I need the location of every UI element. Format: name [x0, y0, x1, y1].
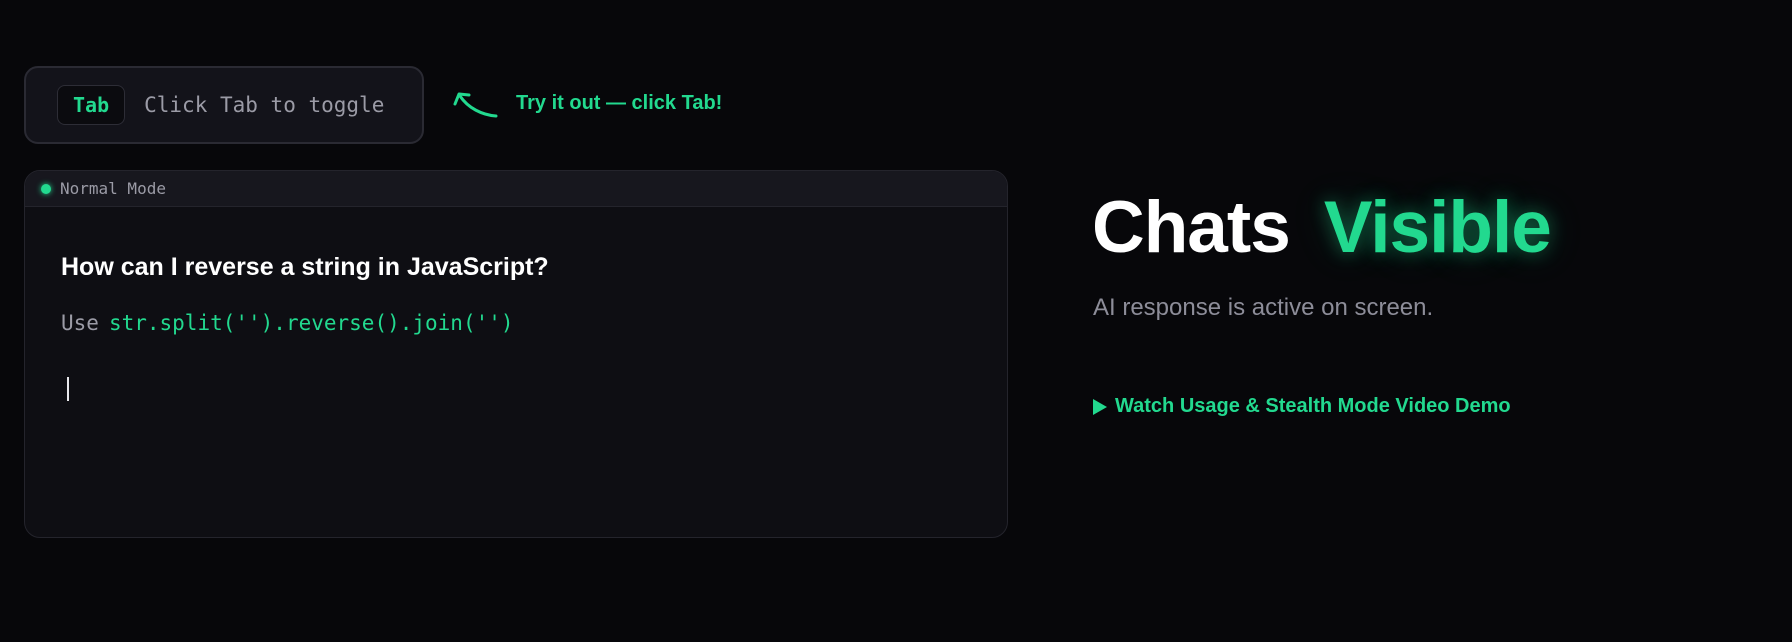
curved-arrow-icon — [453, 92, 498, 118]
status-dot-icon — [41, 183, 51, 194]
video-demo-link[interactable]: Watch Usage & Stealth Mode Video Demo — [1093, 395, 1511, 418]
hero-subtitle: AI response is active on screen. — [1093, 294, 1434, 321]
try-it-hint: Try it out — click Tab! — [516, 92, 723, 114]
video-demo-label: Watch Usage & Stealth Mode Video Demo — [1115, 395, 1511, 417]
chat-answer: Use str.split('').reverse().join('') — [61, 311, 514, 335]
play-icon — [1093, 398, 1107, 415]
headline-main: Chats — [1092, 187, 1291, 268]
chat-question: How can I reverse a string in JavaScript… — [61, 253, 549, 281]
mode-label: Normal Mode — [60, 179, 166, 198]
hero-headline: Chats Visible — [1092, 186, 1552, 270]
answer-prefix: Use — [61, 311, 99, 335]
chat-panel: Normal Mode How can I reverse a string i… — [24, 170, 1008, 538]
toggle-hint-label: Click Tab to toggle — [144, 93, 385, 117]
headline-accent: Visible — [1323, 187, 1552, 268]
answer-code: str.split('').reverse().join('') — [108, 311, 514, 335]
panel-header: Normal Mode — [25, 171, 1007, 207]
tab-key-badge[interactable]: Tab — [57, 85, 126, 125]
tab-toggle-button[interactable]: Tab Click Tab to toggle — [24, 66, 424, 144]
text-cursor — [67, 377, 69, 401]
